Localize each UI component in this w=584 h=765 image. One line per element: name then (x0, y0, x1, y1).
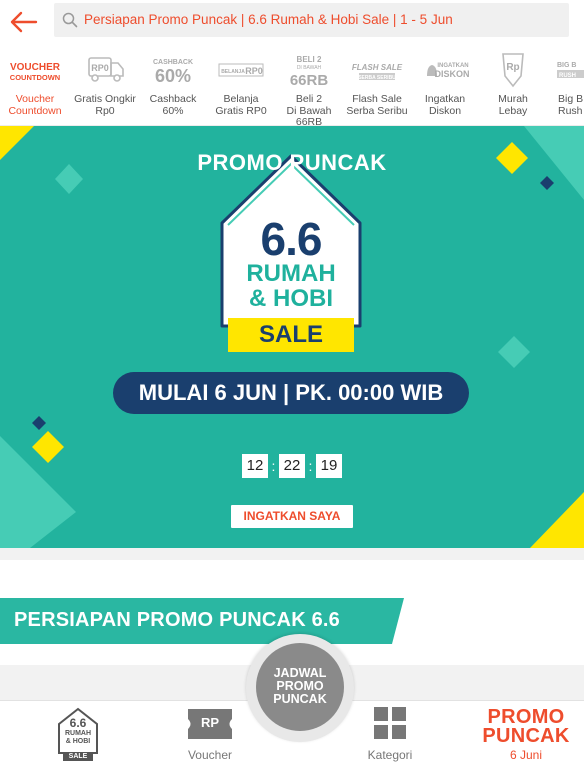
nav-home-event[interactable]: 6.6 RUMAH & HOBI SALE (40, 701, 116, 765)
svg-text:RP0: RP0 (91, 63, 109, 73)
buy2-icon: BELI 2 DI BAWAH 66RB (279, 52, 339, 89)
category-label: Beli 2 Di Bawah 66RB (286, 93, 332, 126)
voucher-icon-text: RP (200, 715, 220, 730)
svg-text:BELANJA: BELANJA (221, 69, 245, 75)
category-label: Voucher Countdown (8, 93, 62, 117)
countdown-minutes: 22 (279, 454, 305, 478)
event-logo-number: 6.6 (260, 213, 323, 265)
back-arrow-icon[interactable] (8, 6, 40, 38)
category-label: Big B Rush (558, 93, 584, 117)
svg-text:CASHBACK: CASHBACK (153, 59, 193, 66)
promo-category-strip: VOUCHER COUNTDOWN Voucher Countdown RP0 G… (0, 44, 584, 126)
svg-text:FLASH SALE: FLASH SALE (352, 63, 403, 72)
flash-sale-icon: FLASH SALE SERBA SERIBU (347, 52, 407, 88)
search-query-text: Persiapan Promo Puncak | 6.6 Rumah & Hob… (84, 12, 453, 27)
promo-kicker-title: PROMO PUNCAK (197, 150, 387, 175)
free-shopping-icon: BELANJA RP0 (211, 52, 271, 88)
nav-promo-line2: PUNCAK (482, 725, 570, 747)
promo-banner[interactable]: PROMO PUNCAK 6.6 RUMAH & HOBI SALE MULAI… (0, 126, 584, 548)
svg-text:60%: 60% (155, 66, 191, 86)
voucher-countdown-icon: VOUCHER COUNTDOWN (5, 52, 65, 88)
category-flash-sale[interactable]: FLASH SALE SERBA SERIBU Flash Sale Serba … (342, 44, 412, 125)
svg-text:SERBA SERIBU: SERBA SERIBU (358, 75, 396, 81)
svg-text:RUSH: RUSH (559, 73, 576, 79)
svg-text:Rp: Rp (506, 62, 519, 73)
nav-logo-number: 6.6 (69, 716, 87, 730)
countdown-separator: : (271, 458, 276, 474)
remind-me-button[interactable]: INGATKAN SAYA (231, 505, 353, 528)
category-label: Cashback 60% (149, 93, 197, 117)
category-label: Flash Sale Serba Seribu (346, 93, 408, 117)
category-gratis-ongkir[interactable]: RP0 Gratis Ongkir Rp0 (70, 44, 140, 125)
svg-text:DISKON: DISKON (434, 69, 469, 79)
svg-text:66RB: 66RB (290, 72, 329, 88)
nav-logo-line1: RUMAH (64, 730, 92, 737)
free-shipping-truck-icon: RP0 (75, 52, 135, 88)
sale-badge: SALE (228, 318, 354, 352)
nav-promo-date: 6 Juni (509, 748, 543, 762)
nav-logo-line2: & HOBI (65, 738, 91, 745)
nav-kategori[interactable]: Kategori (352, 701, 428, 765)
event-logo-line1: RUMAH (246, 260, 336, 287)
grid-icon (374, 707, 406, 739)
search-icon (62, 12, 78, 28)
svg-text:RP0: RP0 (245, 66, 263, 76)
nav-promo-line1: PROMO (487, 706, 565, 728)
search-input[interactable]: Persiapan Promo Puncak | 6.6 Rumah & Hob… (54, 3, 569, 37)
svg-text:BIG B: BIG B (557, 62, 576, 69)
schedule-pill: MULAI 6 JUN | PK. 00:00 WIB (113, 372, 469, 414)
category-murah-lebay[interactable]: Rp Murah Lebay (478, 44, 548, 125)
category-voucher-countdown[interactable]: VOUCHER COUNTDOWN Voucher Countdown (0, 44, 70, 125)
nav-kategori-label: Kategori (367, 748, 413, 762)
jadwal-promo-button[interactable]: JADWAL PROMO PUNCAK (256, 643, 344, 731)
event-logo-line2: & HOBI (249, 285, 333, 312)
category-label: Ingatkan Diskon (424, 93, 466, 117)
svg-text:VOUCHER: VOUCHER (10, 62, 61, 73)
nav-voucher[interactable]: RP Voucher (172, 701, 248, 765)
nav-promo-puncak[interactable]: PROMO PUNCAK 6 Juni (474, 701, 578, 765)
category-ingatkan-diskon[interactable]: INGATKAN DISKON Ingatkan Diskon (410, 44, 480, 125)
category-big-brand-rush[interactable]: BIG B RUSH Big B Rush (546, 44, 584, 125)
category-label: Belanja Gratis RP0 (215, 93, 267, 117)
section-title: PERSIAPAN PROMO PUNCAK 6.6 (14, 609, 340, 631)
jadwal-line3: PUNCAK (273, 692, 327, 706)
svg-text:DI BAWAH: DI BAWAH (297, 65, 322, 71)
nav-logo-sale: SALE (68, 753, 88, 760)
svg-text:COUNTDOWN: COUNTDOWN (10, 73, 60, 82)
nav-voucher-label: Voucher (187, 748, 233, 762)
svg-text:BELI 2: BELI 2 (297, 55, 322, 64)
category-beli-2[interactable]: BELI 2 DI BAWAH 66RB Beli 2 Di Bawah 66RB (274, 44, 344, 126)
big-brand-icon: BIG B RUSH (551, 52, 584, 88)
category-cashback[interactable]: CASHBACK 60% Cashback 60% (138, 44, 208, 125)
category-label: Gratis Ongkir Rp0 (74, 93, 136, 117)
countdown-hours: 12 (242, 454, 268, 478)
countdown-separator: : (308, 458, 313, 474)
top-bar: Persiapan Promo Puncak | 6.6 Rumah & Hob… (0, 0, 584, 44)
price-tag-icon: Rp (483, 52, 543, 88)
bell-discount-icon: INGATKAN DISKON (415, 52, 475, 88)
category-label: Murah Lebay (498, 93, 528, 117)
category-belanja-gratis[interactable]: BELANJA RP0 Belanja Gratis RP0 (206, 44, 276, 125)
countdown-seconds: 19 (316, 454, 342, 478)
cashback-icon: CASHBACK 60% (143, 52, 203, 88)
